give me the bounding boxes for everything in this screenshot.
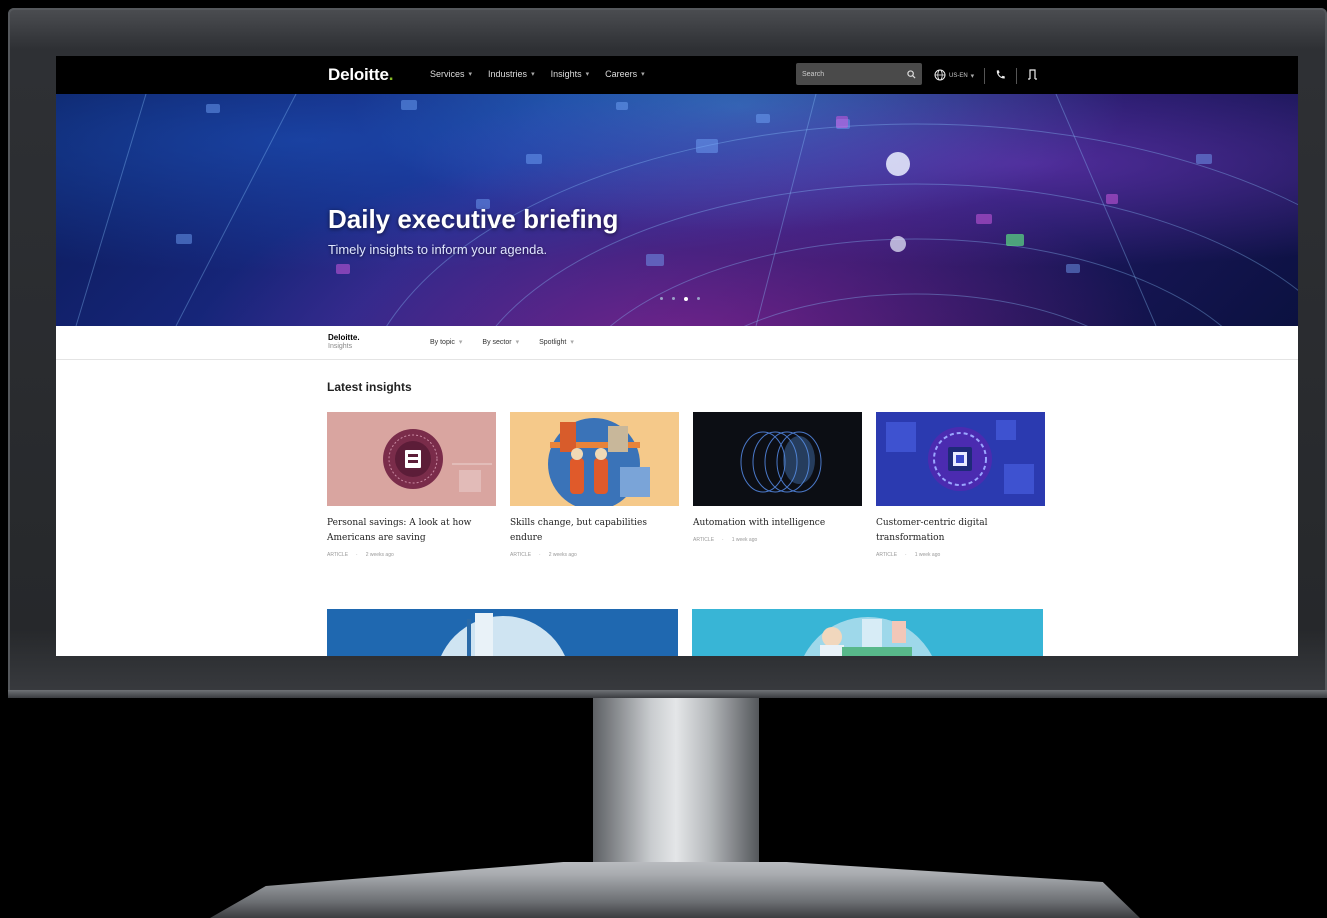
subnav-label: By topic <box>430 338 455 346</box>
phone-icon[interactable] <box>995 67 1006 85</box>
carousel-dots <box>660 296 700 301</box>
chevron-down-icon: ▾ <box>585 71 590 78</box>
hero-subtitle: Timely insights to inform your agenda. <box>328 242 548 257</box>
subnav-item-spotlight[interactable]: Spotlight ▾ <box>539 338 574 347</box>
chevron-down-icon: ▾ <box>570 339 574 346</box>
card-meta: ARTICLE · 1 week ago <box>693 537 862 543</box>
hero-background-art <box>75 94 1298 326</box>
locale-selector[interactable]: US-EN ▾ <box>934 69 974 83</box>
carousel-dot-active[interactable] <box>684 296 688 301</box>
card-type: ARTICLE <box>876 552 898 558</box>
card-type: ARTICLE <box>510 552 532 558</box>
insight-card[interactable]: Customer-centric digital transformation … <box>876 412 1045 558</box>
hero-banner[interactable]: Daily executive briefing Timely insights… <box>56 94 1298 326</box>
subnav-item-by-topic[interactable]: By topic ▾ <box>430 338 463 347</box>
sub-logo-main: Deloitte. <box>328 333 360 342</box>
card-image-digital[interactable] <box>876 412 1045 506</box>
separator: · <box>539 552 541 558</box>
insight-cards: Personal savings: A look at how American… <box>327 412 1045 558</box>
featured-row <box>327 609 1043 656</box>
nav-item-insights[interactable]: Insights ▾ <box>551 69 590 79</box>
search-placeholder: Search <box>802 70 825 78</box>
card-image-savings[interactable] <box>327 412 496 506</box>
globe-icon <box>934 69 946 83</box>
card-age: 2 weeks ago <box>548 552 577 558</box>
chevron-down-icon: ▾ <box>970 73 975 80</box>
separator: · <box>722 537 724 543</box>
deloitte-logo[interactable]: Deloitte. <box>328 65 393 85</box>
top-nav: Deloitte. Services ▾ Industries ▾ Insigh… <box>56 56 1298 94</box>
separator: · <box>356 552 358 558</box>
card-image-automation[interactable] <box>693 412 862 506</box>
search-input[interactable]: Search <box>796 63 922 85</box>
logo-dot: . <box>388 65 394 84</box>
carousel-dot[interactable] <box>672 297 675 300</box>
carousel-dot[interactable] <box>660 297 663 300</box>
search-icon[interactable] <box>907 69 916 79</box>
carousel-dot[interactable] <box>697 297 700 300</box>
subnav-label: By sector <box>482 338 512 346</box>
card-title[interactable]: Personal savings: A look at how American… <box>327 516 496 546</box>
nav-label: Industries <box>488 69 528 79</box>
card-type: ARTICLE <box>693 537 715 543</box>
insights-subnav: Deloitte. Insights By topic ▾ By sector … <box>56 326 1298 360</box>
chevron-down-icon: ▾ <box>641 71 645 78</box>
nav-item-careers[interactable]: Careers ▾ <box>605 69 645 79</box>
card-title[interactable]: Skills change, but capabilities endure <box>510 516 679 546</box>
sub-logo-sub: Insights <box>328 343 353 350</box>
divider <box>984 68 986 84</box>
subnav-label: Spotlight <box>539 338 567 346</box>
locale-label: US-EN <box>949 73 968 79</box>
chevron-down-icon: ▾ <box>468 71 473 78</box>
hero-title: Daily executive briefing <box>328 204 619 234</box>
monitor-bezel-bottom <box>8 690 1327 698</box>
insight-card[interactable]: Skills change, but capabilities endure A… <box>510 412 679 558</box>
deloitte-insights-logo[interactable]: Deloitte. Insights <box>328 333 360 351</box>
featured-card-image[interactable] <box>327 609 678 656</box>
card-title[interactable]: Automation with intelligence <box>693 516 862 531</box>
card-meta: ARTICLE · 1 week ago <box>876 552 1045 558</box>
featured-card-image[interactable] <box>692 609 1043 656</box>
card-age: 1 week ago <box>731 537 758 543</box>
divider <box>1016 68 1018 84</box>
nav-label: Insights <box>550 69 582 79</box>
card-meta: ARTICLE · 2 weeks ago <box>327 552 496 558</box>
logo-text: Deloitte <box>328 65 389 84</box>
insight-card[interactable]: Personal savings: A look at how American… <box>327 412 496 558</box>
card-image-skills[interactable] <box>510 412 679 506</box>
main-nav: Services ▾ Industries ▾ Insights ▾ Caree… <box>430 69 645 79</box>
card-meta: ARTICLE · 2 weeks ago <box>510 552 679 558</box>
card-title[interactable]: Customer-centric digital transformation <box>876 516 1045 546</box>
separator: · <box>905 552 907 558</box>
nav-item-industries[interactable]: Industries ▾ <box>488 69 535 79</box>
nav-label: Services <box>430 69 465 79</box>
section-title: Latest insights <box>327 380 412 394</box>
chevron-down-icon: ▾ <box>531 71 535 78</box>
screen: Deloitte. Services ▾ Industries ▾ Insigh… <box>56 56 1298 656</box>
card-type: ARTICLE <box>327 552 349 558</box>
nav-item-services[interactable]: Services ▾ <box>430 69 472 79</box>
subnav-items: By topic ▾ By sector ▾ Spotlight ▾ <box>430 338 574 347</box>
subnav-item-by-sector[interactable]: By sector ▾ <box>482 338 520 347</box>
card-age: 1 week ago <box>914 552 941 558</box>
user-icon[interactable] <box>1027 67 1038 85</box>
card-age: 2 weeks ago <box>365 552 394 558</box>
nav-utilities: US-EN ▾ <box>934 67 1038 85</box>
chevron-down-icon: ▾ <box>515 339 520 346</box>
insight-card[interactable]: Automation with intelligence ARTICLE · 1… <box>693 412 862 558</box>
monitor-stand-neck <box>593 698 759 866</box>
chevron-down-icon: ▾ <box>458 339 463 346</box>
nav-label: Careers <box>605 69 638 79</box>
